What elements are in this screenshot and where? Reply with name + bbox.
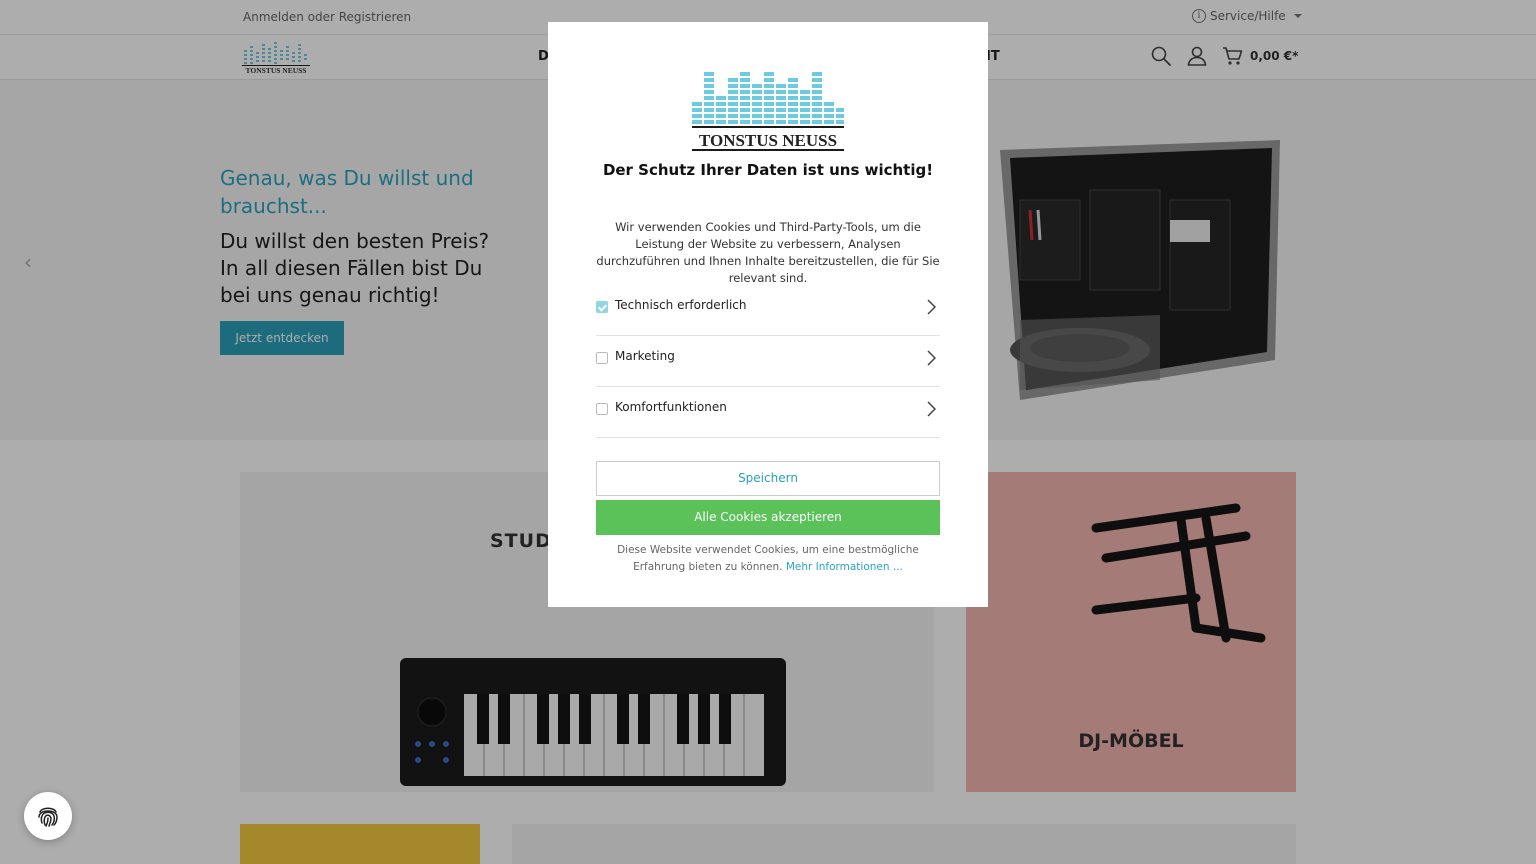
cookie-category-label: Marketing (615, 349, 675, 363)
more-info-link[interactable]: Mehr Informationen ... (786, 561, 903, 573)
chevron-right-icon[interactable] (926, 401, 936, 417)
svg-text:TONSTUS NEUSS: TONSTUS NEUSS (699, 131, 837, 150)
cookie-category-marketing[interactable]: Marketing (596, 336, 940, 387)
comfort-checkbox[interactable] (596, 403, 608, 415)
chevron-right-icon[interactable] (926, 350, 936, 366)
cookie-category-label: Technisch erforderlich (615, 298, 747, 312)
cookie-consent-modal: TONSTUS NEUSS Der Schutz Ihrer Daten ist… (548, 22, 988, 607)
accept-all-cookies-button[interactable]: Alle Cookies akzeptieren (596, 500, 940, 535)
chevron-right-icon[interactable] (926, 299, 936, 315)
save-button[interactable]: Speichern (596, 461, 940, 496)
fingerprint-icon (38, 807, 58, 827)
cookie-category-comfort[interactable]: Komfortfunktionen (596, 387, 940, 438)
modal-description: Wir verwenden Cookies und Third-Party-To… (596, 220, 940, 285)
cookie-category-label: Komfortfunktionen (615, 400, 727, 414)
marketing-checkbox[interactable] (596, 352, 608, 364)
modal-title: Der Schutz Ihrer Daten ist uns wichtig! (602, 161, 934, 179)
privacy-settings-button[interactable] (24, 792, 72, 840)
modal-footer-note: Diese Website verwendet Cookies, um eine… (596, 542, 940, 576)
technical-checkbox[interactable] (596, 301, 608, 313)
brand-logo: TONSTUS NEUSS (692, 72, 844, 151)
cookie-category-technical[interactable]: Technisch erforderlich (596, 285, 940, 336)
